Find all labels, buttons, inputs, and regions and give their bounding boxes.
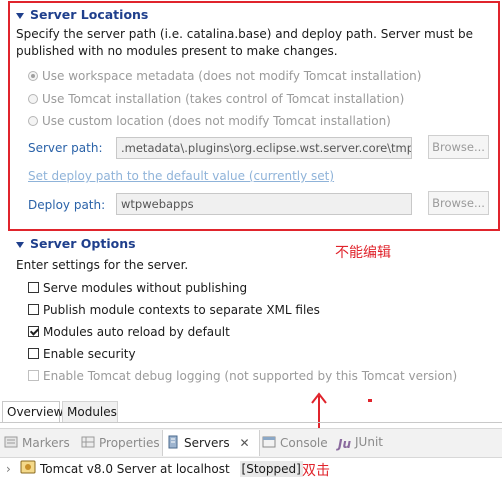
server-locations-description-2: published with no modules present to mak… bbox=[16, 44, 338, 58]
collapse-triangle-icon bbox=[16, 12, 24, 19]
server-options-title: Server Options bbox=[30, 236, 136, 251]
server-path-input[interactable]: .metadata\.plugins\org.eclipse.wst.serve… bbox=[116, 137, 412, 159]
checkbox-icon bbox=[28, 370, 39, 381]
radio-workspace-metadata[interactable]: Use workspace metadata (does not modify … bbox=[28, 69, 421, 83]
expand-chevron-icon[interactable]: › bbox=[6, 462, 11, 476]
default-deploy-path-link[interactable]: Set deploy path to the default value (cu… bbox=[28, 169, 334, 183]
view-tab-servers[interactable]: Servers ✕ bbox=[166, 435, 250, 450]
tab-modules[interactable]: Modules bbox=[62, 401, 118, 422]
radio-tomcat-installation[interactable]: Use Tomcat installation (takes control o… bbox=[28, 92, 404, 106]
checkbox-publish-contexts[interactable]: Publish module contexts to separate XML … bbox=[28, 303, 320, 317]
junit-icon: Ju bbox=[338, 437, 352, 451]
server-locations-description-1: Specify the server path (i.e. catalina.b… bbox=[16, 27, 474, 41]
close-icon[interactable]: ✕ bbox=[239, 436, 249, 450]
radio-icon bbox=[28, 116, 38, 126]
checkbox-debug-logging[interactable]: Enable Tomcat debug logging (not support… bbox=[28, 369, 457, 383]
collapse-triangle-icon bbox=[16, 241, 24, 248]
deploy-path-browse-button[interactable]: Browse... bbox=[428, 191, 489, 215]
servers-icon bbox=[168, 435, 178, 449]
checkbox-icon bbox=[28, 282, 39, 293]
markers-icon bbox=[4, 436, 18, 448]
annotation-double-click: 双击 bbox=[302, 463, 330, 479]
server-locations-header[interactable]: Server Locations bbox=[16, 7, 148, 22]
checkbox-icon bbox=[28, 304, 39, 315]
server-options-description: Enter settings for the server. bbox=[16, 258, 189, 272]
radio-custom-location[interactable]: Use custom location (does not modify Tom… bbox=[28, 114, 391, 128]
view-tab-properties[interactable]: Properties bbox=[81, 435, 160, 450]
server-options-header[interactable]: Server Options bbox=[16, 236, 136, 251]
checkbox-auto-reload[interactable]: Modules auto reload by default bbox=[28, 325, 230, 339]
properties-icon bbox=[81, 436, 95, 448]
radio-icon bbox=[28, 94, 38, 104]
checkbox-checked-icon bbox=[28, 326, 39, 337]
view-tab-junit[interactable]: Ju JUnit bbox=[338, 435, 383, 451]
tomcat-server-icon bbox=[20, 460, 36, 474]
radio-selected-icon bbox=[28, 71, 38, 81]
server-entry-status: [Stopped] bbox=[239, 461, 303, 477]
tab-overview[interactable]: Overview bbox=[2, 401, 64, 422]
view-tab-markers[interactable]: Markers bbox=[4, 435, 70, 450]
deploy-path-input[interactable]: wtpwebapps bbox=[116, 193, 412, 215]
view-tab-console[interactable]: Console bbox=[262, 435, 328, 450]
deploy-path-label: Deploy path: bbox=[28, 198, 106, 212]
server-path-browse-button[interactable]: Browse... bbox=[428, 135, 489, 159]
annotation-not-editable: 不能编辑 bbox=[335, 245, 391, 261]
checkbox-serve-modules[interactable]: Serve modules without publishing bbox=[28, 281, 247, 295]
console-icon bbox=[262, 436, 276, 448]
server-entry[interactable]: Tomcat v8.0 Server at localhost [Stopped… bbox=[20, 459, 303, 477]
server-path-label: Server path: bbox=[28, 141, 103, 155]
checkbox-enable-security[interactable]: Enable security bbox=[28, 347, 136, 361]
server-entry-name: Tomcat v8.0 Server at localhost bbox=[40, 462, 230, 476]
server-locations-title: Server Locations bbox=[30, 7, 149, 22]
checkbox-icon bbox=[28, 348, 39, 359]
